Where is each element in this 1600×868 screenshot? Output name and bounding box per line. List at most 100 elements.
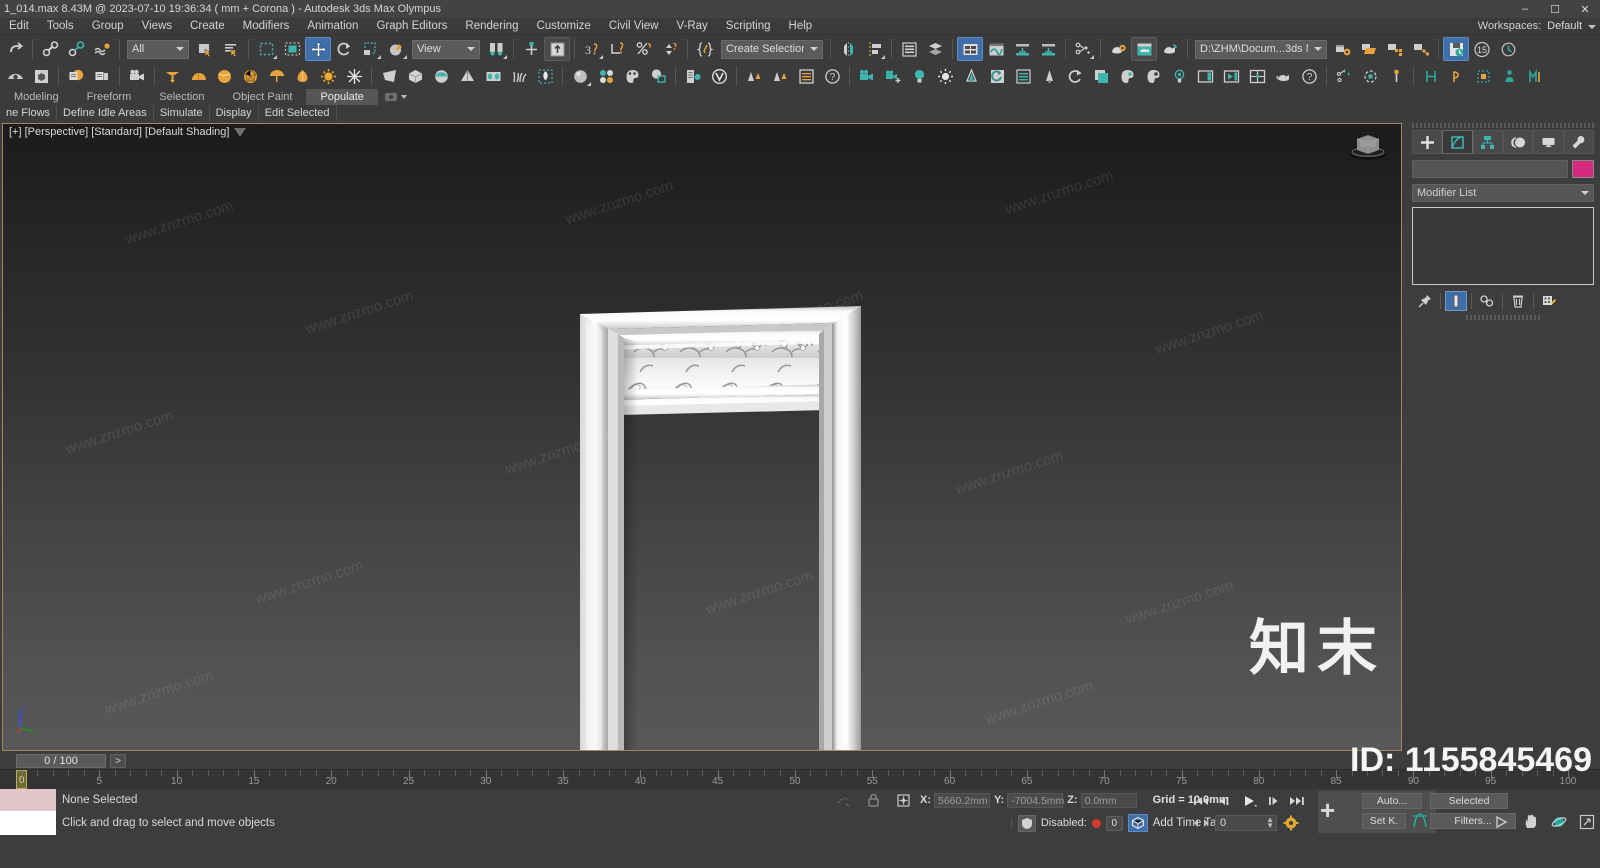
link-icon[interactable] [37,37,63,61]
current-frame-field[interactable]: 0 / 100 [16,754,106,768]
next-frame-button[interactable]: > [110,754,126,768]
object-color-swatch[interactable] [1572,160,1594,178]
window-manager-icon[interactable] [1192,64,1218,88]
render-production-icon[interactable] [1157,37,1183,61]
material-editor-icon[interactable] [1105,37,1131,61]
ribbon-subtab-flows[interactable]: ne Flows [0,105,58,121]
orbit-icon[interactable] [1548,813,1570,830]
particle-spread-icon[interactable] [1331,64,1357,88]
restore-backup-icon[interactable] [1495,37,1521,61]
perspective-viewport[interactable]: [+] [Perspective] [Standard] [Default Sh… [2,123,1402,751]
sphere-gray-icon[interactable] [567,64,593,88]
show-end-result-icon[interactable] [1445,291,1467,311]
ribbon-subtab-display[interactable]: Display [210,105,259,121]
box-mode-icon[interactable] [28,64,54,88]
project-path-combo[interactable]: D:\ZHM\Docum...3ds Max 202· [1195,39,1327,59]
next-frame-icon[interactable] [1262,792,1284,809]
z-coordinate[interactable]: Z: 0.0mm [1067,792,1137,808]
asset-browser-icon[interactable] [1408,37,1434,61]
time-configuration-icon[interactable] [1280,814,1302,831]
ribbon-subtab-define-idle-areas[interactable]: Define Idle Areas [57,105,154,121]
omni-light-icon[interactable] [932,64,958,88]
viewport-grid-icon[interactable] [1244,64,1270,88]
help2-icon[interactable]: ? [1296,64,1322,88]
display-tab[interactable] [1533,130,1564,154]
pin-stack-icon[interactable] [1414,291,1436,311]
arc-rotate-icon[interactable] [2,64,28,88]
create-tab[interactable] [1412,130,1443,154]
configure-modifier-sets-icon[interactable] [1538,291,1560,311]
select-and-rotate-icon[interactable] [331,37,357,61]
scene-converter-icon[interactable] [1330,37,1356,61]
ribbon-tab-populate[interactable]: Populate [306,89,378,105]
autobackup-count-badge[interactable]: 15 [1469,37,1495,61]
set-key-button[interactable]: Set K. [1362,813,1406,829]
pivot-tool-icon[interactable] [1444,64,1470,88]
x-coordinate[interactable]: X: 5660.2mm [920,792,990,808]
ribbon-tab-modeling[interactable]: Modeling [0,89,73,105]
snaps-toggle-icon[interactable] [544,37,570,61]
close-button[interactable]: ✕ [1570,0,1600,18]
camera-add-icon[interactable] [854,64,880,88]
x-value[interactable]: 5660.2mm [934,792,990,808]
menu-item-modifiers[interactable]: Modifiers [234,18,299,35]
layer-manager-icon[interactable] [922,37,948,61]
rectangular-selection-region-icon[interactable] [253,37,279,61]
selected-key-filter-button[interactable]: Selected [1430,793,1508,809]
maximize-button[interactable]: ☐ [1540,0,1570,18]
play-window-icon[interactable] [1218,64,1244,88]
mini-listener[interactable] [0,789,56,836]
hierarchy-tab[interactable] [1472,130,1503,154]
key-tool-icon[interactable] [1383,64,1409,88]
render-region-icon[interactable] [1470,64,1496,88]
sparkle-icon[interactable] [341,64,367,88]
add-time-tag-icon[interactable] [1127,814,1148,832]
menu-item-help[interactable]: Help [780,18,822,35]
bake-tool-icon[interactable] [1418,64,1444,88]
auto-key-button[interactable]: Auto... [1362,793,1422,809]
tree-edit-icon[interactable] [1036,64,1062,88]
workspaces-selector[interactable]: Workspaces: Default [1478,18,1596,35]
palette3-icon[interactable] [1140,64,1166,88]
play-animation-icon[interactable] [1238,792,1260,809]
open-folder-icon[interactable] [1356,37,1382,61]
geosphere-icon[interactable] [237,64,263,88]
spinner-arrows-icon[interactable]: ▲ ▼ [1266,815,1276,829]
menu-item-animation[interactable]: Animation [298,18,367,35]
go-to-start-icon[interactable] [1190,792,1212,809]
asset-tracking-icon[interactable] [1382,37,1408,61]
tree-icon[interactable] [958,64,984,88]
object-name-field[interactable] [1412,160,1568,178]
menu-item-graph-editors[interactable]: Graph Editors [367,18,456,35]
cone-icon[interactable] [159,64,185,88]
viewport-label[interactable]: [+] [Perspective] [Standard] [Default Sh… [9,126,247,138]
rotate-object-icon[interactable] [1062,64,1088,88]
select-and-manipulate-icon[interactable] [518,37,544,61]
camera-new-icon[interactable] [880,64,906,88]
box-icon[interactable] [402,64,428,88]
toggle-ribbon-icon[interactable] [957,37,983,61]
remove-modifier-icon[interactable] [1507,291,1529,311]
palette2-icon[interactable] [1114,64,1140,88]
center-target-icon[interactable] [1357,64,1383,88]
ribbon-subtab-edit-selected[interactable]: Edit Selected [259,105,337,121]
selection-set-combo[interactable]: Create Selection Set [721,39,823,59]
reference-coordinate-combo[interactable]: View [412,39,480,59]
refresh-icon[interactable] [984,64,1010,88]
sphere-icon[interactable] [211,64,237,88]
select-and-scale-icon[interactable] [357,37,383,61]
menu-item-create[interactable]: Create [181,18,234,35]
grass-icon[interactable] [506,64,532,88]
sphere-dome-icon[interactable] [185,64,211,88]
help-icon[interactable]: ? [819,64,845,88]
key-count-badge[interactable]: 0 [1105,815,1123,831]
y-coordinate[interactable]: Y: -7004.5mm [994,792,1064,808]
layer-explorer-icon[interactable] [896,37,922,61]
spinner-snap-icon[interactable] [657,37,683,61]
select-and-place-icon[interactable] [383,37,409,61]
select-object-icon[interactable] [192,37,218,61]
ribbon-subtab-simulate[interactable]: Simulate [154,105,210,121]
forest-pack2-icon[interactable] [767,64,793,88]
command-panel-grip[interactable] [1412,123,1594,128]
set-key-plus-icon[interactable]: + [1320,797,1335,823]
